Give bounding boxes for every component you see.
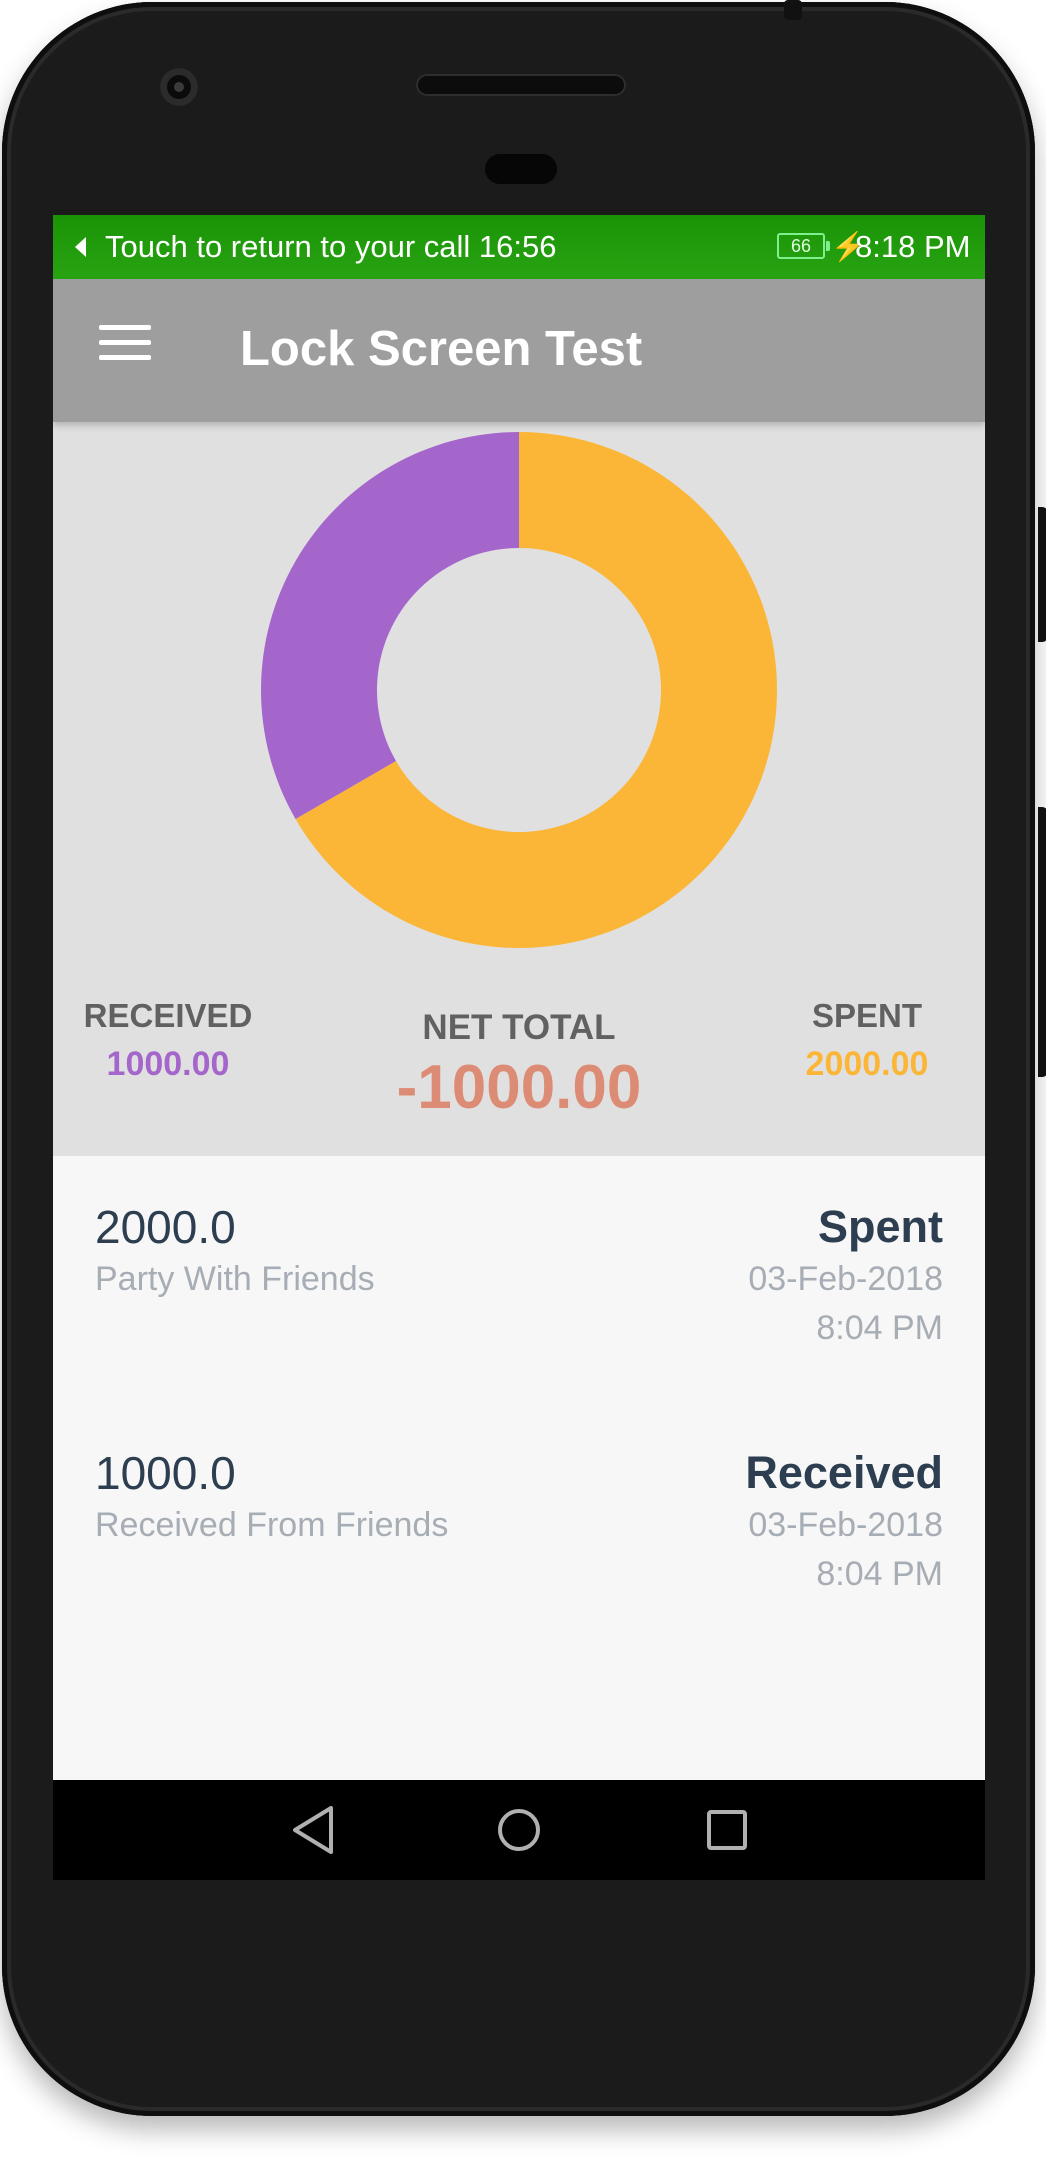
spent-value: 2000.00	[805, 1045, 929, 1083]
hamburger-menu-icon[interactable]	[99, 325, 151, 361]
power-button	[784, 0, 802, 20]
received-value: 1000.00	[106, 1045, 230, 1083]
screen: Touch to return to your call 16:56 66 ⚡ …	[53, 215, 985, 1780]
return-to-call-text[interactable]: Touch to return to your call 16:56	[105, 227, 556, 267]
side-button-upper	[1038, 507, 1046, 642]
transaction-time: 8:04 PM	[816, 1555, 943, 1593]
recents-square-icon[interactable]	[697, 1802, 757, 1858]
spent-label: SPENT	[811, 997, 923, 1034]
earpiece-speaker	[416, 74, 626, 96]
transaction-row[interactable]: 1000.0 Received From Friends Received 03…	[53, 1402, 985, 1648]
donut-chart	[261, 432, 777, 948]
status-bar[interactable]: Touch to return to your call 16:56 66 ⚡ …	[53, 215, 985, 279]
app-bar: Lock Screen Test	[53, 279, 985, 422]
transaction-type: Spent	[817, 1201, 943, 1252]
status-time: 8:18 PM	[855, 229, 971, 264]
received-label: RECEIVED	[83, 997, 253, 1034]
transaction-date: 03-Feb-2018	[748, 1260, 943, 1298]
donut-slice-received	[261, 432, 519, 819]
net-total-value: -1000.00	[396, 1053, 642, 1122]
side-button-lower	[1038, 807, 1046, 1077]
proximity-sensor	[485, 154, 557, 184]
front-camera	[160, 68, 198, 106]
transaction-type: Received	[745, 1447, 943, 1498]
transaction-date: 03-Feb-2018	[748, 1506, 943, 1544]
return-to-call-icon	[75, 237, 86, 257]
home-circle-icon[interactable]	[489, 1802, 549, 1858]
net-total-label: NET TOTAL	[422, 1008, 616, 1047]
transaction-amount: 1000.0	[95, 1447, 236, 1499]
transaction-amount: 2000.0	[95, 1201, 236, 1253]
page-title: Lock Screen Test	[240, 322, 643, 376]
navigation-bar	[53, 1780, 985, 1880]
transaction-note: Received From Friends	[95, 1506, 449, 1544]
transaction-note: Party With Friends	[95, 1260, 375, 1298]
transaction-row[interactable]: 2000.0 Party With Friends Spent 03-Feb-2…	[53, 1156, 985, 1404]
transaction-time: 8:04 PM	[816, 1309, 943, 1347]
back-triangle-icon[interactable]	[283, 1802, 343, 1858]
battery-icon: 66	[777, 233, 830, 259]
summary-section: RECEIVED 1000.00 NET TOTAL -1000.00 SPEN…	[53, 422, 985, 1156]
